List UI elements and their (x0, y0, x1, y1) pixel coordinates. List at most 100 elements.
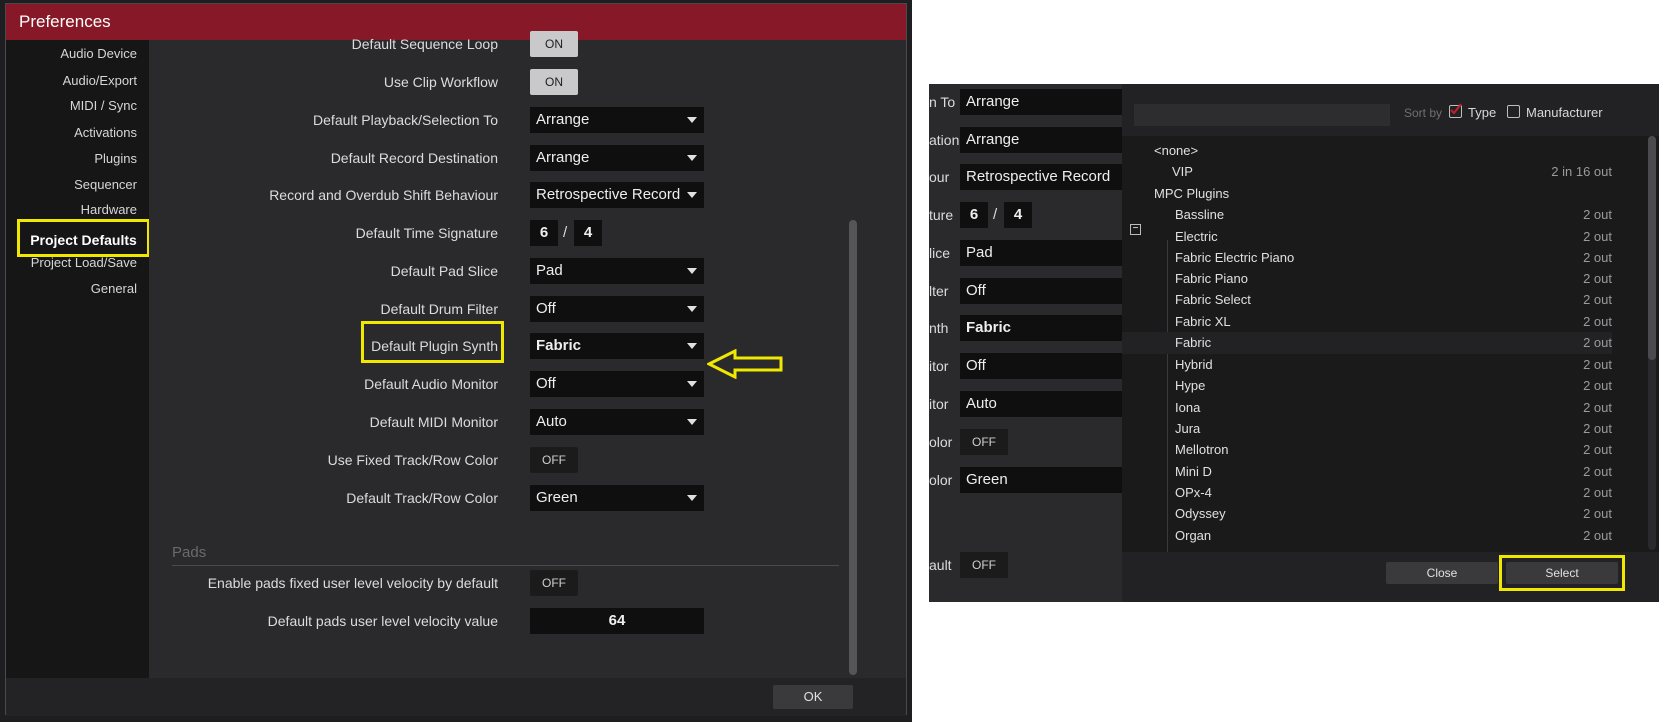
list-item[interactable]: Bassline 2 out (1122, 204, 1612, 226)
plugin-list: <none> VIP 2 in 16 out − MPC Plugins Bas… (1122, 140, 1652, 552)
plugin-list-scroll-thumb[interactable] (1648, 136, 1656, 360)
drum-filter-value: Off (536, 300, 556, 317)
sidebar-item-hardware[interactable]: Hardware (81, 202, 137, 217)
sort-manufacturer-checkbox[interactable] (1507, 105, 1520, 118)
pad-slice-value: Pad (536, 262, 563, 279)
bg-row-label: our (929, 169, 950, 185)
list-item-io: 2 out (1583, 400, 1612, 415)
caret-down-icon (687, 381, 697, 387)
sidebar-item-project-load-save[interactable]: Project Load/Save (31, 255, 137, 270)
select-button[interactable]: Select (1506, 562, 1618, 584)
list-item[interactable]: Odyssey 2 out (1122, 503, 1612, 525)
record-destination-label: Default Record Destination (330, 150, 498, 166)
list-item-name: Organ (1175, 528, 1212, 543)
list-item-name: Hype (1175, 378, 1206, 393)
list-item-group[interactable]: − MPC Plugins (1122, 183, 1612, 235)
bg-row-dropdown: Fabric (960, 315, 1130, 341)
list-item[interactable]: VIP 2 in 16 out (1122, 161, 1612, 183)
overdub-shift-dropdown[interactable]: Retrospective Record (530, 182, 704, 208)
list-item-name: Fabric Electric Piano (1175, 250, 1295, 265)
bg-row-dropdown: Retrospective Record (960, 164, 1130, 190)
list-item[interactable]: <none> (1122, 140, 1612, 162)
list-item-io: 2 out (1583, 485, 1612, 500)
list-item[interactable]: Organ 2 out (1122, 525, 1612, 547)
record-destination-dropdown[interactable]: Arrange (530, 145, 704, 171)
list-item[interactable]: Mini D 2 out (1122, 461, 1612, 483)
pad-slice-dropdown[interactable]: Pad (530, 258, 704, 284)
settings-scroll-thumb[interactable] (849, 220, 857, 675)
velocity-value-field[interactable]: 64 (530, 608, 704, 634)
plugin-search-input[interactable] (1134, 104, 1390, 126)
settings-panel: Default Sequence Loop ON Use Clip Workfl… (149, 31, 906, 678)
list-item[interactable]: Electric 2 out (1122, 226, 1612, 248)
row-color-dropdown[interactable]: Green (530, 485, 704, 511)
list-item-io: 2 out (1583, 250, 1612, 265)
list-item[interactable]: Mellotron 2 out (1122, 439, 1612, 461)
close-button[interactable]: Close (1386, 562, 1498, 584)
list-item-io: 2 out (1583, 442, 1612, 457)
drum-filter-dropdown[interactable]: Off (530, 296, 704, 322)
sort-type-label: Type (1468, 105, 1497, 120)
list-item[interactable]: Iona 2 out (1122, 397, 1612, 419)
list-item[interactable]: Fabric XL 2 out (1122, 311, 1612, 333)
clip-workflow-label: Use Clip Workflow (383, 74, 498, 90)
clip-workflow-toggle[interactable]: ON (530, 69, 578, 95)
sidebar-item-midi-sync[interactable]: MIDI / Sync (70, 98, 137, 113)
bg-row-label: lice (929, 245, 951, 261)
list-item-io: 2 out (1583, 271, 1612, 286)
playback-to-value: Arrange (536, 111, 590, 128)
time-signature-denominator[interactable]: 4 (574, 220, 602, 246)
plugin-list-scrollbar[interactable] (1648, 136, 1656, 550)
list-item-name: OPx-4 (1175, 485, 1212, 500)
ok-button[interactable]: OK (773, 685, 853, 709)
bg-ts-separator: / (993, 206, 998, 223)
list-item[interactable]: Jura 2 out (1122, 418, 1612, 440)
settings-scrollbar[interactable] (849, 220, 857, 675)
sequence-loop-toggle[interactable]: ON (530, 31, 578, 57)
list-item-name: Electric (1175, 229, 1218, 244)
sidebar-item-activations[interactable]: Activations (74, 125, 137, 140)
caret-down-icon (687, 155, 697, 161)
list-item-io: 2 out (1583, 292, 1612, 307)
list-item[interactable]: Fabric Select 2 out (1122, 289, 1612, 311)
list-item-name: Fabric Piano (1175, 271, 1248, 286)
bg-row-dropdown: Arrange (960, 127, 1130, 153)
list-item[interactable]: Fabric Piano 2 out (1122, 268, 1612, 290)
list-item-io: 2 out (1583, 229, 1612, 244)
sidebar-item-general[interactable]: General (91, 281, 137, 296)
list-item-io: 2 out (1583, 506, 1612, 521)
list-item[interactable]: Fabric Electric Piano 2 out (1122, 247, 1612, 269)
sort-type-checkbox[interactable] (1449, 103, 1462, 118)
midi-monitor-dropdown[interactable]: Auto (530, 409, 704, 435)
row-color-label: Default Track/Row Color (346, 490, 498, 506)
time-signature-numerator[interactable]: 6 (530, 220, 558, 246)
sidebar-item-audio-export[interactable]: Audio/Export (63, 73, 137, 88)
sort-manufacturer-label: Manufacturer (1526, 105, 1603, 120)
fixed-color-toggle[interactable]: OFF (530, 447, 578, 473)
playback-to-dropdown[interactable]: Arrange (530, 107, 704, 133)
sequence-loop-label: Default Sequence Loop (351, 36, 498, 52)
row-color-value: Green (536, 489, 578, 506)
bg-row-label: ault (929, 557, 952, 573)
bg-row-label: nth (929, 320, 949, 336)
plugin-select-popup: Sort by Type Manufacturer <none> VIP 2 i… (1122, 84, 1659, 602)
list-item-selected[interactable]: Fabric 2 out (1122, 332, 1612, 354)
fixed-velocity-toggle[interactable]: OFF (530, 570, 578, 596)
sidebar-item-audio-device[interactable]: Audio Device (60, 46, 137, 61)
list-item-name: Fabric XL (1175, 314, 1231, 329)
list-item-name: VIP (1172, 164, 1193, 179)
record-destination-value: Arrange (536, 149, 590, 166)
bg-row-dropdown: Arrange (960, 89, 1130, 115)
sidebar-item-plugins[interactable]: Plugins (94, 151, 137, 166)
bg-row-label: ation (929, 132, 960, 148)
list-item-name: Jura (1175, 421, 1201, 436)
list-item[interactable]: Hype 2 out (1122, 375, 1612, 397)
list-item[interactable]: OPx-4 2 out (1122, 482, 1612, 504)
sidebar-item-sequencer[interactable]: Sequencer (74, 177, 137, 192)
plugin-synth-dropdown[interactable]: Fabric (530, 333, 704, 359)
list-item[interactable]: Hybrid 2 out (1122, 354, 1612, 376)
audio-monitor-dropdown[interactable]: Off (530, 371, 704, 397)
sidebar-item-project-defaults[interactable]: Project Defaults (17, 219, 150, 257)
velocity-value-label: Default pads user level velocity value (267, 613, 498, 629)
list-item-io: 2 out (1583, 207, 1612, 222)
